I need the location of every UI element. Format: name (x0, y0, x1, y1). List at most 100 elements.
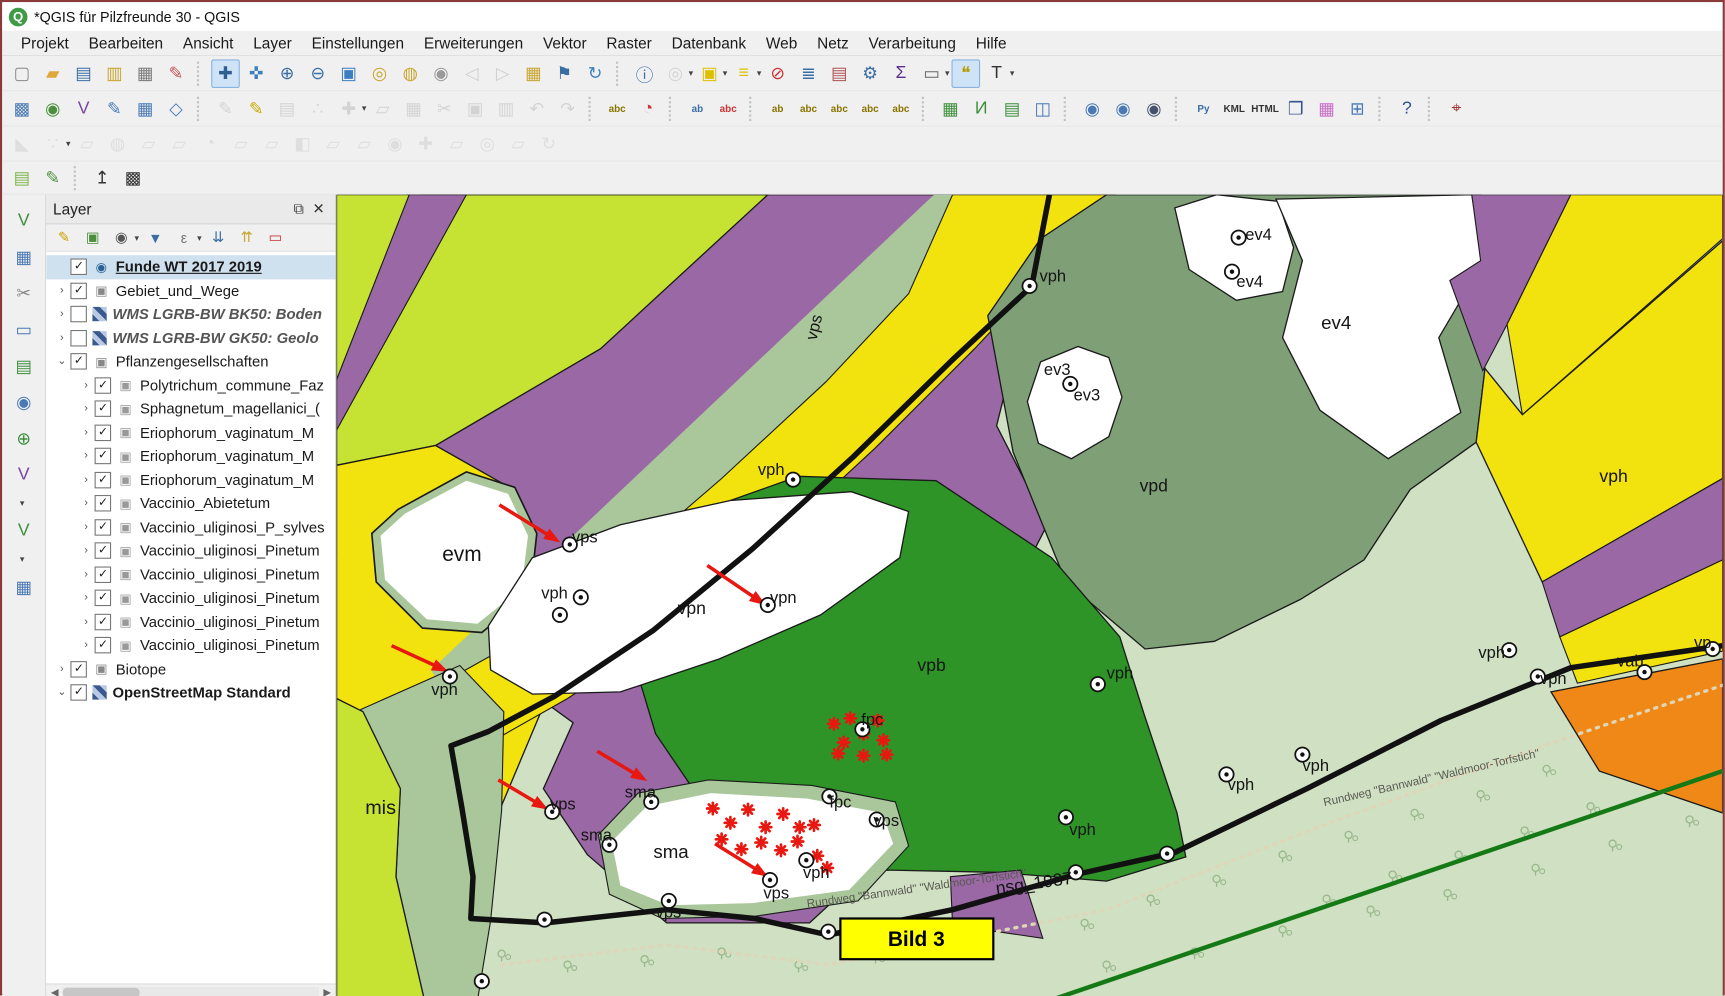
expand-chevron-icon[interactable]: › (77, 568, 95, 580)
select-features-icon[interactable]: ▣ (695, 59, 724, 88)
layer-visibility-checkbox[interactable] (71, 306, 88, 323)
menu-netz[interactable]: Netz (807, 32, 858, 54)
layer-visibility-checkbox[interactable]: ✓ (71, 259, 88, 276)
mesh-layer-icon[interactable]: ▦ (131, 94, 160, 123)
layer-item-eriophorum-vaginatum-m[interactable]: ›✓▣Eriophorum_vaginatum_M (46, 468, 335, 492)
vector-select-dropdown-icon[interactable]: ▾ (20, 498, 24, 508)
metasearch-globe-1-icon[interactable]: ◉ (1078, 94, 1107, 123)
zoom-full-icon[interactable]: ▣ (334, 59, 363, 88)
ruler-panel-icon[interactable]: ▭ (9, 317, 38, 343)
attribute-table-icon[interactable]: ≣ (794, 59, 823, 88)
menu-hilfe[interactable]: Hilfe (966, 32, 1017, 54)
world-panel-icon[interactable]: ⊕ (9, 426, 38, 452)
new-bookmark-icon[interactable]: ⚑ (550, 59, 579, 88)
expand-chevron-icon[interactable]: › (77, 545, 95, 557)
layer-visibility-checkbox[interactable]: ✓ (71, 282, 88, 299)
zoom-out-icon[interactable]: ⊖ (304, 59, 333, 88)
new-print-layout-icon[interactable]: ▥ (100, 59, 129, 88)
new-shapefile-icon[interactable]: V (69, 94, 98, 123)
menu-layer[interactable]: Layer (243, 32, 301, 54)
vector-toolbox-icon[interactable]: V (9, 208, 38, 234)
layer-visibility-checkbox[interactable]: ✓ (95, 614, 112, 631)
import-arrow-tool-icon[interactable]: ↥ (88, 163, 117, 192)
layer-item-vaccinio-abietetum[interactable]: ›✓▣Vaccinio_Abietetum (46, 492, 335, 516)
layer-visibility-checkbox[interactable]: ✓ (95, 377, 112, 394)
layer-visibility-checkbox[interactable]: ✓ (95, 448, 112, 465)
filter-by-expression-dropdown-icon[interactable]: ▾ (197, 233, 201, 243)
layer-item-wms-lgrb-bw-gk50-geolo[interactable]: ›WMS LGRB-BW GK50: Geolo (46, 326, 335, 350)
save-project-icon[interactable]: ▤ (69, 59, 98, 88)
zoom-native-icon[interactable]: ◉ (427, 59, 456, 88)
expand-chevron-icon[interactable]: › (77, 403, 95, 415)
layer-item-polytrichum-commune-faz[interactable]: ›✓▣Polytrichum_commune_Faz (46, 373, 335, 397)
filter-legend-icon[interactable]: ▼ (143, 226, 167, 250)
style-manager-icon[interactable]: ✎ (162, 59, 191, 88)
layer-item-vaccinio-uliginosi-pinetum[interactable]: ›✓▣Vaccinio_uliginosi_Pinetum (46, 563, 335, 587)
layer-item-vaccinio-uliginosi-pinetum[interactable]: ›✓▣Vaccinio_uliginosi_Pinetum (46, 634, 335, 658)
layer-panel-hscrollbar[interactable]: ◀ ▶ (46, 983, 335, 996)
layer-visibility-checkbox[interactable]: ✓ (95, 424, 112, 441)
menu-vektor[interactable]: Vektor (533, 32, 596, 54)
layer-item-gebiet-und-wege[interactable]: ›✓▣Gebiet_und_Wege (46, 279, 335, 303)
layout-manager-icon[interactable]: ▦ (131, 59, 160, 88)
new-project-icon[interactable]: ▢ (8, 59, 37, 88)
scrollbar-thumb[interactable] (63, 988, 140, 996)
new-map-view-icon[interactable]: ▦ (519, 59, 548, 88)
collapse-all-icon[interactable]: ⇈ (235, 226, 259, 250)
expand-chevron-icon[interactable]: › (77, 379, 95, 391)
html-export-icon[interactable]: HTML (1251, 94, 1280, 123)
scroll-left-icon[interactable]: ◀ (46, 987, 63, 996)
layer-visibility-checkbox[interactable]: ✓ (71, 684, 88, 701)
expand-all-icon[interactable]: ⇊ (206, 226, 230, 250)
map-panel-icon[interactable]: ▤ (9, 353, 38, 379)
expand-chevron-icon[interactable]: › (77, 639, 95, 651)
layer-item-openstreetmap-standard[interactable]: ⌄✓OpenStreetMap Standard (46, 681, 335, 705)
layer-item-funde-wt-2017-2019[interactable]: ✓◉Funde WT 2017 2019 (46, 255, 335, 279)
show-hide-labels-icon[interactable]: abc (794, 94, 823, 123)
manage-map-themes-icon[interactable]: ◉ (109, 226, 133, 250)
processing-toolbox-icon[interactable]: ⚙ (856, 59, 885, 88)
menu-einstellungen[interactable]: Einstellungen (302, 32, 414, 54)
zoom-in-icon[interactable]: ⊕ (273, 59, 302, 88)
expand-chevron-icon[interactable]: › (77, 592, 95, 604)
toggle-editing-icon[interactable]: ✎ (242, 94, 271, 123)
expand-chevron-icon[interactable]: › (53, 308, 71, 320)
layer-item-eriophorum-vaginatum-m[interactable]: ›✓▣Eriophorum_vaginatum_M (46, 421, 335, 445)
menu-datenbank[interactable]: Datenbank (662, 32, 756, 54)
menu-bearbeiten[interactable]: Bearbeiten (79, 32, 173, 54)
menu-web[interactable]: Web (756, 32, 807, 54)
layer-visibility-checkbox[interactable]: ✓ (95, 472, 112, 489)
field-calculator-icon[interactable]: ▤ (825, 59, 854, 88)
filter-by-expression-icon[interactable]: ε (172, 226, 196, 250)
metasearch-globe-3-icon[interactable]: ◉ (1140, 94, 1169, 123)
layer-visibility-checkbox[interactable]: ✓ (95, 495, 112, 512)
menu-raster[interactable]: Raster (597, 32, 662, 54)
scissors-panel-icon[interactable]: ✂ (9, 281, 38, 307)
pan-map-icon[interactable]: ✚ (211, 59, 240, 88)
map-canvas[interactable]: vphvpsvphvpsevmvpnvpnvphvphmisvpbfpcvpde… (337, 195, 1723, 996)
python-console-icon[interactable]: Py (1189, 94, 1218, 123)
layer-item-sphagnetum-magellanici-[interactable]: ›✓▣Sphagnetum_magellanici_( (46, 397, 335, 421)
globe-panel-icon[interactable]: ◉ (9, 389, 38, 415)
kml-export-icon[interactable]: KML (1220, 94, 1249, 123)
layer-visibility-checkbox[interactable]: ✓ (95, 401, 112, 418)
deselect-features-icon[interactable]: ⊘ (763, 59, 792, 88)
expand-chevron-icon[interactable]: › (77, 474, 95, 486)
map-theme-tool-icon[interactable]: ▤ (8, 163, 37, 192)
expand-chevron-icon[interactable]: › (53, 663, 71, 675)
layer-visibility-checkbox[interactable]: ✓ (71, 353, 88, 370)
new-geopackage-icon[interactable]: ✎ (100, 94, 129, 123)
panel-close-icon[interactable]: ✕ (308, 200, 329, 218)
rotate-label-icon[interactable]: abc (887, 94, 916, 123)
layer-visibility-checkbox[interactable]: ✓ (95, 519, 112, 536)
scroll-right-icon[interactable]: ▶ (319, 987, 336, 996)
open-project-icon[interactable]: ▰ (39, 59, 68, 88)
menu-verarbeitung[interactable]: Verarbeitung (859, 32, 966, 54)
blue-grid-panel-icon[interactable]: ▦ (9, 244, 38, 270)
statistics-icon[interactable]: Σ (887, 59, 916, 88)
vector-edit-icon[interactable]: V (9, 518, 38, 544)
layer-item-biotope[interactable]: ›✓▣Biotope (46, 657, 335, 681)
crosshair-tool-icon[interactable]: ⌖ (1442, 94, 1471, 123)
expand-chevron-icon[interactable]: › (53, 332, 71, 344)
highlight-pinned-labels-icon[interactable]: ab (763, 94, 792, 123)
